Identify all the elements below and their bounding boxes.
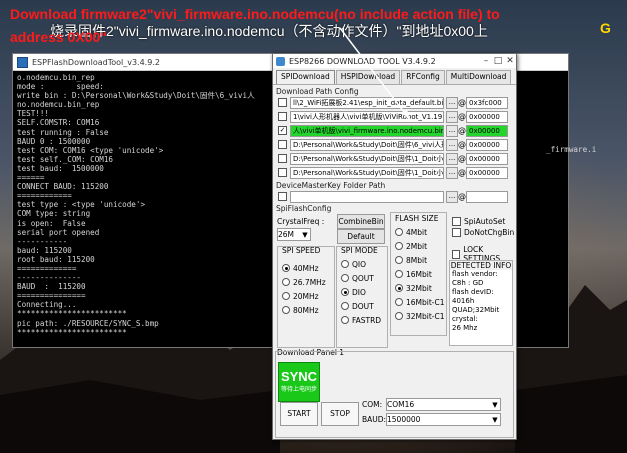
arrow-line	[339, 27, 411, 121]
arrow-annotation	[339, 27, 411, 121]
